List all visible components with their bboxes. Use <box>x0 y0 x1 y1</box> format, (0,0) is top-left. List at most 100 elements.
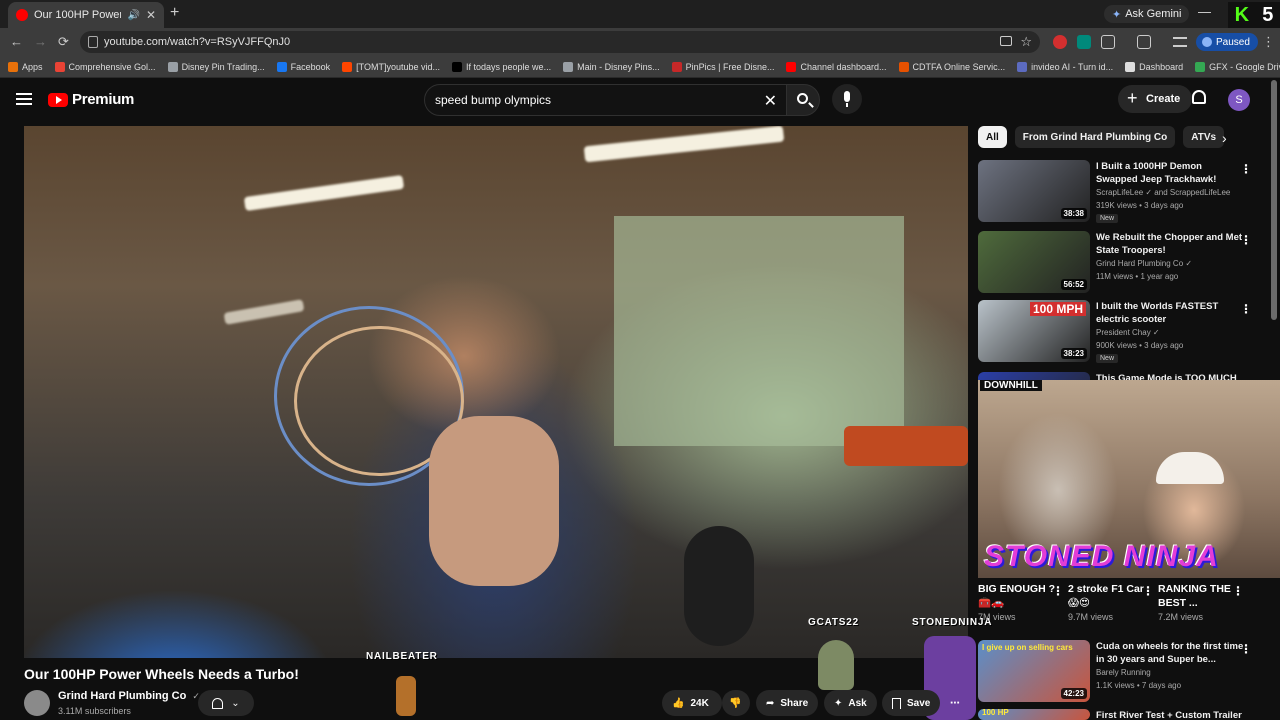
recommended-video[interactable]: 100 HP First River Test + Custom Trailer <box>978 709 1268 720</box>
page-scrollbar[interactable] <box>1271 80 1277 320</box>
split-view-icon[interactable] <box>1137 35 1151 49</box>
ceiling-light <box>583 126 785 163</box>
recommended-video[interactable]: I give up on selling cars 42:23 Cuda on wh… <box>978 640 1268 702</box>
reload-button[interactable]: ⟳ <box>58 34 69 50</box>
filter-chip[interactable]: From Grind Hard Plumbing Co <box>1014 126 1176 148</box>
channel-name[interactable]: Grind Hard Plumbing Co <box>58 690 186 702</box>
chips-next-icon[interactable]: › <box>1222 130 1227 146</box>
bookmark-item[interactable]: GFX - Google Drive <box>1195 61 1280 72</box>
create-button[interactable]: Create <box>1118 85 1193 113</box>
logo-text: Premium <box>72 91 135 108</box>
recommended-video[interactable]: 100 MPH 38:23 I built the Worlds FASTEST e… <box>978 300 1268 363</box>
save-button[interactable]: Save <box>882 690 941 716</box>
bookmark-item[interactable]: Facebook <box>276 61 330 72</box>
forward-button[interactable]: → <box>34 34 47 49</box>
recommended-channel[interactable]: Grind Hard Plumbing Co ✓ <box>1096 259 1192 268</box>
recommended-channel[interactable]: President Chay ✓ <box>1096 328 1160 337</box>
audio-icon[interactable]: 🔊 <box>127 10 139 21</box>
more-options-icon[interactable]: ⋮ <box>1142 584 1154 598</box>
video-player[interactable] <box>24 126 968 658</box>
youtube-premium-logo[interactable]: Premium <box>48 91 134 108</box>
bookmark-item[interactable]: invideo AI - Turn id... <box>1017 61 1113 72</box>
filter-chip[interactable]: All <box>978 126 1007 148</box>
browser-tab[interactable]: Our 100HP Power Wheels Needs a Turbo! 🔊 … <box>8 2 164 28</box>
recommended-title[interactable]: I Built a 1000HP Demon Swapped Jeep Trac… <box>1096 160 1244 186</box>
recommended-channel[interactable]: ScrapLifeLee ✓ and ScrappedLifeLee <box>1096 188 1230 197</box>
bookmark-item[interactable]: CDTFA Online Servic... <box>898 61 1005 72</box>
extensions-puzzle-icon[interactable] <box>1101 35 1115 49</box>
browser-tabstrip: Our 100HP Power Wheels Needs a Turbo! 🔊 … <box>0 0 1280 28</box>
short-item[interactable]: BIG ENOUGH ? 🧰🚗 7M views ⋮ <box>978 582 1066 622</box>
tab-close-button[interactable]: ✕ <box>146 8 156 22</box>
bookmark-item[interactable]: If todays people we... <box>452 61 551 72</box>
bookmark-item[interactable]: PinPics | Free Disne... <box>671 61 774 72</box>
recommended-video[interactable]: 56:52 We Rebuilt the Chopper and Met Stat… <box>978 231 1268 293</box>
video-thumbnail[interactable]: I give up on selling cars 42:23 <box>978 640 1090 702</box>
thumbnail-text: 100 MPH <box>1029 302 1086 316</box>
more-options-icon[interactable]: ⋮ <box>1232 584 1244 598</box>
more-options-icon[interactable]: ⋮ <box>1052 584 1064 598</box>
video-thumbnail[interactable]: 100 MPH 38:23 <box>978 300 1090 362</box>
search-icon <box>797 93 808 104</box>
recommended-title[interactable]: Cuda on wheels for the first time in 30 … <box>1096 640 1244 666</box>
bookmark-item[interactable]: Channel dashboard... <box>786 61 887 72</box>
extension-red-icon[interactable] <box>1053 35 1067 49</box>
recommended-title[interactable]: I built the Worlds FASTEST electric scoo… <box>1096 300 1244 326</box>
bookmark-favicon-icon <box>786 61 797 72</box>
thumbs-up-icon: 👍 <box>672 697 685 709</box>
bookmark-star-icon[interactable]: ☆ <box>1020 34 1032 50</box>
ask-gemini-label: Ask Gemini <box>1125 8 1182 20</box>
bookmark-item[interactable]: Comprehensive Gol... <box>54 61 156 72</box>
back-button[interactable]: ← <box>10 34 23 49</box>
recommended-channel[interactable]: Barely Running <box>1096 668 1151 677</box>
search-button[interactable] <box>786 84 820 116</box>
short-item[interactable]: 2 stroke F1 Car 😱😍 9.7M views ⋮ <box>1068 582 1156 622</box>
video-thumbnail[interactable]: 38:38 <box>978 160 1090 222</box>
more-options-icon[interactable]: ⋮ <box>1240 162 1252 176</box>
new-tab-button[interactable]: + <box>170 4 179 22</box>
cast-icon[interactable] <box>1000 36 1012 46</box>
thumbs-down-icon: 👎 <box>729 697 742 709</box>
share-button[interactable]: ➦ Share <box>756 690 819 716</box>
dislike-button[interactable]: 👎 <box>722 690 750 716</box>
profile-paused-button[interactable]: Paused <box>1196 33 1258 51</box>
chevron-down-icon: ⌄ <box>231 697 240 709</box>
video-thumbnail[interactable]: 100 HP <box>978 709 1090 720</box>
notifications-bell-icon[interactable] <box>1192 90 1206 104</box>
bookmark-item[interactable]: Disney Pin Trading... <box>167 61 265 72</box>
recommended-title[interactable]: We Rebuilt the Chopper and Met State Tro… <box>1096 231 1244 257</box>
ask-gemini-button[interactable]: ✦ Ask Gemini <box>1104 5 1190 23</box>
site-info-icon[interactable] <box>88 36 98 48</box>
short-item[interactable]: RANKING THE BEST ... 7.2M views ⋮ <box>1158 582 1246 622</box>
minimize-button[interactable]: — <box>1198 4 1211 19</box>
search-box[interactable]: ✕ <box>424 84 788 116</box>
media-controls-icon[interactable] <box>1173 37 1187 47</box>
search-input[interactable] <box>435 93 755 107</box>
browser-menu-button[interactable]: ⋮ <box>1262 34 1275 50</box>
address-bar[interactable]: youtube.com/watch?v=RSyVJFFQnJ0 ☆ <box>80 31 1040 53</box>
bookmark-item[interactable]: Dashboard <box>1125 61 1183 72</box>
hamburger-menu-icon[interactable] <box>16 93 32 105</box>
video-thumbnail[interactable]: 56:52 <box>978 231 1090 293</box>
channel-avatar[interactable] <box>24 690 50 716</box>
more-actions-button[interactable]: ⋯ <box>944 690 970 716</box>
bookmark-label: [TOMT]youtube vid... <box>356 61 441 72</box>
filter-chip[interactable]: ATVs <box>1183 126 1225 148</box>
channel-name-row[interactable]: Grind Hard Plumbing Co ✓ <box>58 690 200 702</box>
subscription-bell-button[interactable]: ⌄ <box>198 690 254 716</box>
bookmark-item[interactable]: Apps <box>8 61 43 72</box>
like-button[interactable]: 👍 24K <box>662 690 722 716</box>
more-options-icon[interactable]: ⋮ <box>1240 233 1252 247</box>
account-avatar[interactable]: S <box>1228 89 1250 111</box>
extension-teal-icon[interactable] <box>1077 35 1091 49</box>
more-options-icon[interactable]: ⋮ <box>1240 642 1252 656</box>
search-clear-button[interactable]: ✕ <box>764 91 777 111</box>
bookmark-item[interactable]: Main - Disney Pins... <box>563 61 660 72</box>
voice-search-icon[interactable] <box>832 84 862 114</box>
recommended-title[interactable]: First River Test + Custom Trailer <box>1096 709 1244 720</box>
recommended-video[interactable]: 38:38 I Built a 1000HP Demon Swapped Jeep… <box>978 160 1268 223</box>
more-options-icon[interactable]: ⋮ <box>1240 302 1252 316</box>
bookmark-item[interactable]: [TOMT]youtube vid... <box>342 61 441 72</box>
new-badge: New <box>1096 214 1119 223</box>
ask-button[interactable]: ✦ Ask <box>824 690 877 716</box>
